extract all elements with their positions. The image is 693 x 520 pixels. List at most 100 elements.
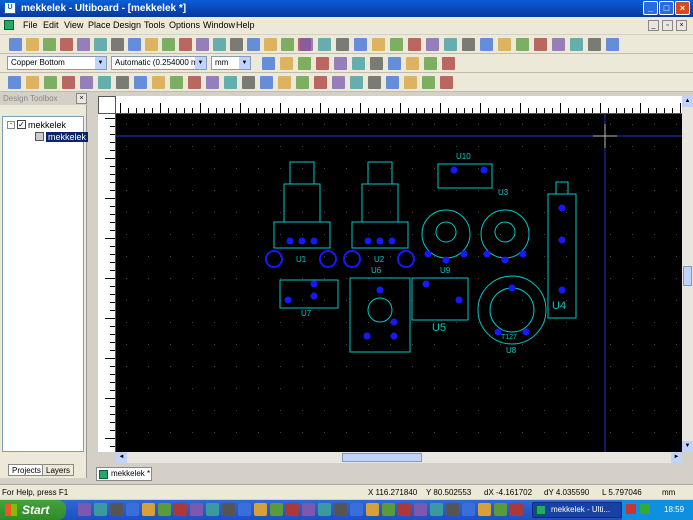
toolbar-tool-icon[interactable] [368,76,381,89]
quick-launch-icon[interactable] [190,503,203,516]
toolbar-tool-icon[interactable] [26,76,39,89]
toolbar-tool-icon[interactable] [424,57,437,70]
start-button[interactable]: Start [0,500,66,520]
toolbar-tool-icon[interactable] [408,38,421,51]
project-tree[interactable]: - ✓ mekkelek mekkelek [2,116,89,452]
quick-launch-icon[interactable] [366,503,379,516]
menu-file[interactable]: File [23,20,38,30]
toolbar-tool-icon[interactable] [498,38,511,51]
toolbar-tool-icon[interactable] [8,76,21,89]
toolbar-tool-icon[interactable] [188,76,201,89]
quick-launch-icon[interactable] [78,503,91,516]
quick-launch-icon[interactable] [94,503,107,516]
toolbar-tool-icon[interactable] [145,38,158,51]
toolbar-tool-icon[interactable] [314,76,327,89]
toolbar-tool-icon[interactable] [80,76,93,89]
toolbar-tool-icon[interactable] [316,57,329,70]
tree-item-board[interactable]: mekkelek [46,132,89,142]
toolbar-tool-icon[interactable] [516,38,529,51]
toolbar-tool-icon[interactable] [196,38,209,51]
unit-select[interactable]: mm ▼ [211,56,251,70]
toolbar-tool-icon[interactable] [230,38,243,51]
scroll-right-icon[interactable]: ► [671,452,682,463]
pcb-canvas[interactable]: U1 U2 U10 U3 U9 U4 U6 U7 U5 U8 T127 [116,114,682,452]
close-button[interactable]: × [675,1,690,15]
toolbar-tool-icon[interactable] [296,76,309,89]
horizontal-scroll-thumb[interactable] [342,453,422,462]
toolbar-tool-icon[interactable] [206,76,219,89]
quick-launch-icon[interactable] [350,503,363,516]
quick-launch-icon[interactable] [238,503,251,516]
vertical-scrollbar[interactable]: ▲ ▼ [682,96,693,452]
toolbar-tool-icon[interactable] [152,76,165,89]
doc-icon[interactable] [4,20,14,30]
toolbar-tool-icon[interactable] [336,38,349,51]
toolbar-tool-icon[interactable] [278,76,291,89]
toolbar-tool-icon[interactable] [264,38,277,51]
quick-launch-icon[interactable] [174,503,187,516]
toolbar-tool-icon[interactable] [98,76,111,89]
toolbar-tool-icon[interactable] [247,38,260,51]
tab-layers[interactable]: Layers [42,464,75,476]
menu-place[interactable]: Place [88,20,111,30]
quick-launch-icon[interactable] [286,503,299,516]
menu-window[interactable]: Window [203,20,235,30]
quick-launch-icon[interactable] [430,503,443,516]
quick-launch-icon[interactable] [222,503,235,516]
toolbar-tool-icon[interactable] [179,38,192,51]
toolbar-tool-icon[interactable] [442,57,455,70]
toolbar-tool-icon[interactable] [386,76,399,89]
mdi-minimize-button[interactable]: _ [648,20,659,31]
toolbar-tool-icon[interactable] [462,38,475,51]
horizontal-scrollbar[interactable]: ◄ ► [116,452,682,463]
toolbar-tool-icon[interactable] [422,76,435,89]
toolbar-tool-icon[interactable] [390,38,403,51]
mdi-restore-button[interactable]: ▫ [662,20,673,31]
toolbar-tool-icon[interactable] [298,57,311,70]
tray-icon[interactable] [626,504,636,514]
quick-launch-icon[interactable] [206,503,219,516]
toolbar-tool-icon[interactable] [406,57,419,70]
toolbar-tool-icon[interactable] [9,38,22,51]
toolbar-tool-icon[interactable] [128,38,141,51]
toolbar-tool-icon[interactable] [60,38,73,51]
checkbox-icon[interactable]: ✓ [17,120,26,129]
toolbar-tool-icon[interactable] [43,38,56,51]
toolbar-tool-icon[interactable] [116,76,129,89]
toolbar-tool-icon[interactable] [534,38,547,51]
menu-view[interactable]: View [64,20,83,30]
toolbar-tool-icon[interactable] [606,38,619,51]
toolbar-tool-icon[interactable] [62,76,75,89]
toolbox-close-icon[interactable]: × [76,93,87,104]
quick-launch-icon[interactable] [334,503,347,516]
tray-icon[interactable] [640,504,650,514]
taskbar-window-button[interactable]: mekkelek - Ulti... [532,502,622,518]
menu-design[interactable]: Design [113,20,141,30]
tree-item-project[interactable]: mekkelek [28,120,66,130]
toolbar-tool-icon[interactable] [354,38,367,51]
quick-launch-icon[interactable] [126,503,139,516]
quick-launch-icon[interactable] [446,503,459,516]
quick-launch-icon[interactable] [142,503,155,516]
quick-launch-icon[interactable] [110,503,123,516]
tab-projects[interactable]: Projects [8,464,45,476]
toolbar-tool-icon[interactable] [170,76,183,89]
toolbar-tool-icon[interactable] [370,57,383,70]
toolbar-tool-icon[interactable] [281,38,294,51]
toolbar-tool-icon[interactable] [352,57,365,70]
toolbar-tool-icon[interactable] [260,76,273,89]
toolbar-tool-icon[interactable] [224,76,237,89]
menu-edit[interactable]: Edit [43,20,59,30]
toolbar-tool-icon[interactable] [162,38,175,51]
toolbar-tool-icon[interactable] [372,38,385,51]
toolbar-tool-icon[interactable] [318,38,331,51]
toolbar-tool-icon[interactable] [134,76,147,89]
toolbar-tool-icon[interactable] [262,57,275,70]
vertical-scroll-thumb[interactable] [683,266,692,286]
menu-options[interactable]: Options [169,20,200,30]
quick-launch-icon[interactable] [254,503,267,516]
toolbar-tool-icon[interactable] [404,76,417,89]
toolbar-tool-icon[interactable] [26,38,39,51]
quick-launch-icon[interactable] [462,503,475,516]
quick-launch-icon[interactable] [478,503,491,516]
